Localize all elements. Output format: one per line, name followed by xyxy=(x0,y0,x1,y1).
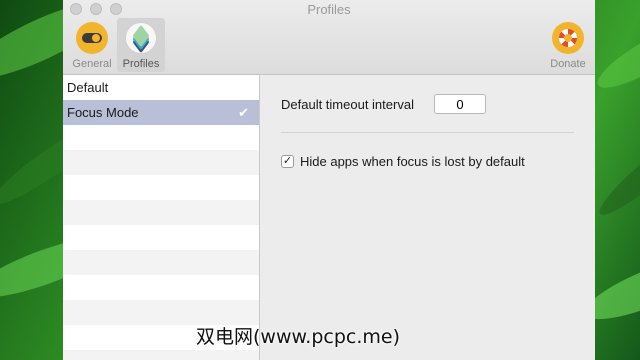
toolbar-general-tab[interactable]: General xyxy=(69,18,115,72)
empty-list-row xyxy=(63,150,259,175)
toolbar-donate-button[interactable]: Donate xyxy=(545,18,591,72)
profile-row-default[interactable]: Default xyxy=(63,75,259,100)
leaf-decoration xyxy=(592,121,640,223)
checkmark-icon: ✔ xyxy=(238,105,249,120)
empty-list-row xyxy=(63,200,259,225)
toggle-switch-icon xyxy=(76,22,108,54)
profile-label: Focus Mode xyxy=(67,105,139,120)
profile-settings-pane: Default timeout interval ✓ Hide apps whe… xyxy=(260,75,595,360)
title-bar: Profiles General Profiles Donate xyxy=(63,0,595,75)
timeout-label: Default timeout interval xyxy=(281,97,414,112)
hide-apps-label: Hide apps when focus is lost by default xyxy=(300,154,525,169)
toolbar-profiles-label: Profiles xyxy=(122,58,160,70)
empty-list-row xyxy=(63,250,259,275)
divider xyxy=(281,132,574,133)
profile-label: Default xyxy=(67,80,109,95)
preferences-window: Profiles General Profiles Donate Default xyxy=(63,0,595,360)
window-title: Profiles xyxy=(307,2,351,17)
empty-list-row xyxy=(63,275,259,300)
toolbar-profiles-tab[interactable]: Profiles xyxy=(117,18,165,72)
layers-icon xyxy=(125,22,157,54)
profile-row-focus-mode[interactable]: Focus Mode ✔ xyxy=(63,100,259,125)
empty-list-row xyxy=(63,350,259,360)
lifebuoy-icon xyxy=(552,22,584,54)
profiles-list[interactable]: Default Focus Mode ✔ xyxy=(63,75,260,360)
hide-apps-checkbox[interactable]: ✓ xyxy=(281,155,294,168)
empty-list-row xyxy=(63,175,259,200)
empty-list-row xyxy=(63,125,259,150)
leaf-decoration xyxy=(590,12,640,98)
watermark: 双电网(www.pcpc.me) xyxy=(196,326,400,348)
toolbar-donate-label: Donate xyxy=(550,58,586,70)
empty-list-row xyxy=(63,225,259,250)
toolbar-general-label: General xyxy=(72,58,112,70)
timeout-input[interactable] xyxy=(434,94,486,114)
